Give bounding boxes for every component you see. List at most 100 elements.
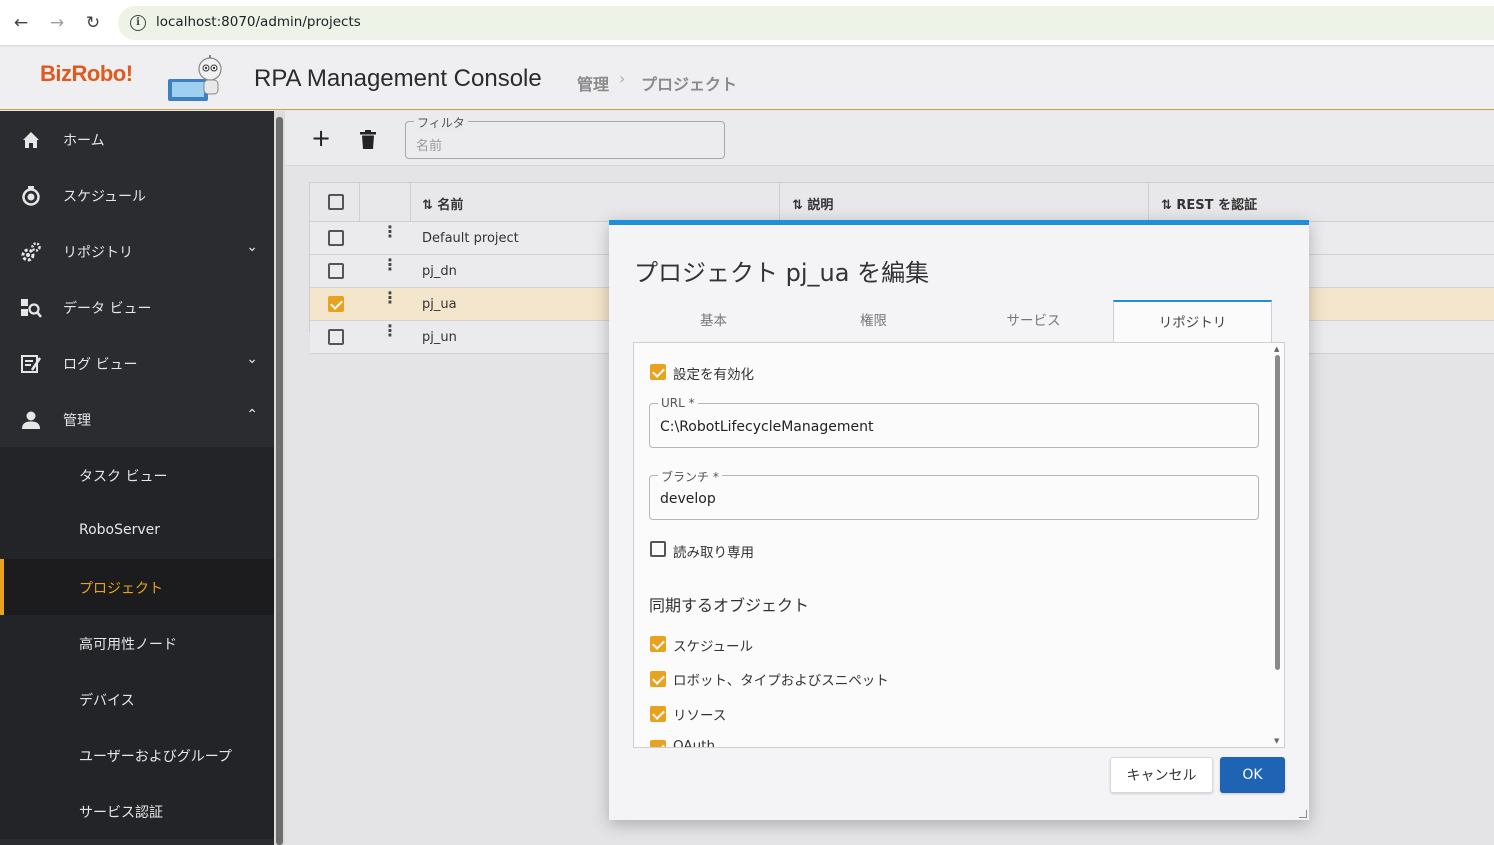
reload-icon[interactable]: ↻ xyxy=(82,12,104,34)
sidebar-item-devices[interactable]: デバイス xyxy=(0,671,274,727)
enable-settings-label: 設定を有効化 xyxy=(673,367,754,383)
sidebar-item-users-groups[interactable]: ユーザーおよびグループ xyxy=(0,727,274,783)
sidebar-item-ha-nodes[interactable]: 高可用性ノード xyxy=(0,615,274,671)
sidebar-item-log-view[interactable]: ログ ビュー ⌄ xyxy=(0,335,274,391)
sidebar-item-projects[interactable]: プロジェクト xyxy=(0,559,274,615)
sidebar-item-schedule[interactable]: スケジュール xyxy=(0,167,274,223)
project-name: Default project xyxy=(422,231,519,246)
filter-placeholder[interactable]: 名前 xyxy=(416,135,442,154)
select-all-checkbox[interactable] xyxy=(328,194,344,210)
resize-handle-icon[interactable] xyxy=(1299,810,1307,818)
app-title: RPA Management Console xyxy=(254,65,542,92)
branch-field-label: ブランチ * xyxy=(658,468,722,485)
sidebar-item-data-view[interactable]: データ ビュー xyxy=(0,279,274,335)
branch-field-value[interactable]: develop xyxy=(660,491,716,507)
address-bar[interactable]: i localhost:8070/admin/projects xyxy=(118,6,1494,40)
scroll-down-arrow-icon[interactable]: ▼ xyxy=(1274,737,1279,745)
column-divider xyxy=(410,183,411,223)
tab-permissions[interactable]: 権限 xyxy=(794,300,953,342)
column-divider xyxy=(779,183,780,223)
add-project-button[interactable]: + xyxy=(309,126,333,151)
filter-field[interactable]: フィルタ 名前 xyxy=(405,114,725,159)
robot-logo-icon xyxy=(168,55,222,101)
breadcrumb-projects: プロジェクト xyxy=(641,75,738,94)
sidebar-item-label: スケジュール xyxy=(63,189,147,205)
chevron-down-icon[interactable]: ⌄ xyxy=(246,239,258,255)
row-checkbox[interactable] xyxy=(328,329,344,345)
site-info-icon[interactable]: i xyxy=(130,15,146,31)
panel-scrollbar[interactable]: ▲ ▼ xyxy=(1274,345,1282,745)
edit-project-dialog: プロジェクト pj_ua を編集 基本 権限 サービス リポジトリ 設定を有効化… xyxy=(609,220,1309,820)
column-header-description[interactable]: ⇅ 説明 xyxy=(792,194,833,213)
scroll-up-arrow-icon[interactable]: ▲ xyxy=(1274,345,1279,353)
sidebar-item-home[interactable]: ホーム xyxy=(0,111,274,167)
sidebar-item-service-auth[interactable]: サービス認証 xyxy=(0,783,274,839)
brand-logo[interactable]: BizRobo! xyxy=(40,61,133,87)
back-arrow-icon[interactable]: ← xyxy=(10,12,32,34)
tab-repository[interactable]: リポジトリ xyxy=(1113,300,1272,342)
row-checkbox[interactable] xyxy=(328,263,344,279)
row-menu-icon[interactable]: ⋮ xyxy=(382,257,398,273)
sync-resources-checkbox[interactable] xyxy=(650,706,666,722)
column-divider xyxy=(1148,183,1149,223)
delete-icon[interactable] xyxy=(359,130,377,150)
sidebar-item-label: データ ビュー xyxy=(63,301,152,317)
tab-services[interactable]: サービス xyxy=(954,300,1113,342)
sidebar-item-label: タスク ビュー xyxy=(79,469,168,485)
sidebar-item-label: ログ ビュー xyxy=(63,357,138,373)
sync-item-label: スケジュール xyxy=(673,639,754,655)
home-icon xyxy=(23,132,39,148)
sync-schedules-checkbox[interactable] xyxy=(650,636,666,652)
project-name: pj_dn xyxy=(422,264,457,279)
column-header-name[interactable]: ⇅ 名前 xyxy=(422,194,463,213)
sync-robots-checkbox[interactable] xyxy=(650,671,666,687)
dialog-tabs: 基本 権限 サービス リポジトリ xyxy=(634,300,1274,342)
url-field-value[interactable]: C:\RobotLifecycleManagement xyxy=(660,419,873,435)
scrollbar-thumb[interactable] xyxy=(276,117,283,845)
project-name: pj_un xyxy=(422,330,457,345)
sidebar-item-label: ユーザーおよびグループ xyxy=(79,749,232,765)
sidebar-item-admin[interactable]: 管理 ⌃ xyxy=(0,391,274,447)
row-checkbox-checked[interactable] xyxy=(328,296,344,312)
sidebar-item-label: デバイス xyxy=(79,693,135,709)
sidebar-item-label: リポジトリ xyxy=(63,245,133,261)
repository-settings-panel: 設定を有効化 URL * C:\RobotLifecycleManagement… xyxy=(633,342,1285,748)
timer-icon xyxy=(22,186,40,206)
row-menu-icon[interactable]: ⋮ xyxy=(382,323,398,339)
column-header-rest-auth[interactable]: ⇅ REST を認証 xyxy=(1161,194,1257,213)
browser-toolbar: ← → ↻ i localhost:8070/admin/projects xyxy=(0,0,1494,46)
row-checkbox[interactable] xyxy=(328,230,344,246)
dialog-title: プロジェクト pj_ua を編集 xyxy=(634,259,930,287)
url-text[interactable]: localhost:8070/admin/projects xyxy=(156,14,361,30)
column-divider xyxy=(359,183,360,223)
cancel-button[interactable]: キャンセル xyxy=(1110,757,1213,793)
sidebar-item-task-view[interactable]: タスク ビュー xyxy=(0,447,274,503)
url-field[interactable]: URL * C:\RobotLifecycleManagement xyxy=(649,396,1259,448)
ok-button[interactable]: OK xyxy=(1220,757,1285,793)
project-name: pj_ua xyxy=(422,297,457,312)
scrollbar-thumb[interactable] xyxy=(1275,355,1280,670)
sync-oauth-checkbox[interactable] xyxy=(650,740,666,747)
row-menu-icon[interactable]: ⋮ xyxy=(382,224,398,240)
sidebar-item-label: プロジェクト xyxy=(79,581,163,597)
sync-objects-heading: 同期するオブジェクト xyxy=(649,596,810,615)
read-only-checkbox[interactable] xyxy=(650,541,666,557)
sidebar-item-repository[interactable]: リポジトリ ⌄ xyxy=(0,223,274,279)
projects-toolbar: + フィルタ 名前 xyxy=(285,111,1494,166)
app-header: BizRobo! RPA Management Console 管理 › プロジ… xyxy=(0,47,1494,110)
branch-field[interactable]: ブランチ * develop xyxy=(649,468,1259,520)
chevron-up-icon[interactable]: ⌃ xyxy=(246,407,258,423)
read-only-label: 読み取り専用 xyxy=(673,545,754,561)
sidebar-item-label: RoboServer xyxy=(79,522,161,538)
url-field-label: URL * xyxy=(658,396,698,410)
chevron-down-icon[interactable]: ⌄ xyxy=(246,351,258,367)
row-menu-icon[interactable]: ⋮ xyxy=(382,290,398,306)
enable-settings-checkbox[interactable] xyxy=(650,364,666,380)
sync-item-label: OAuth xyxy=(673,738,716,748)
sidebar-item-roboserver[interactable]: RoboServer xyxy=(0,503,274,559)
tab-basic[interactable]: 基本 xyxy=(634,300,793,342)
breadcrumb-admin[interactable]: 管理 xyxy=(577,71,609,95)
sidebar-scrollbar[interactable] xyxy=(274,111,285,845)
log-view-icon xyxy=(21,355,42,373)
forward-arrow-icon[interactable]: → xyxy=(46,12,68,34)
